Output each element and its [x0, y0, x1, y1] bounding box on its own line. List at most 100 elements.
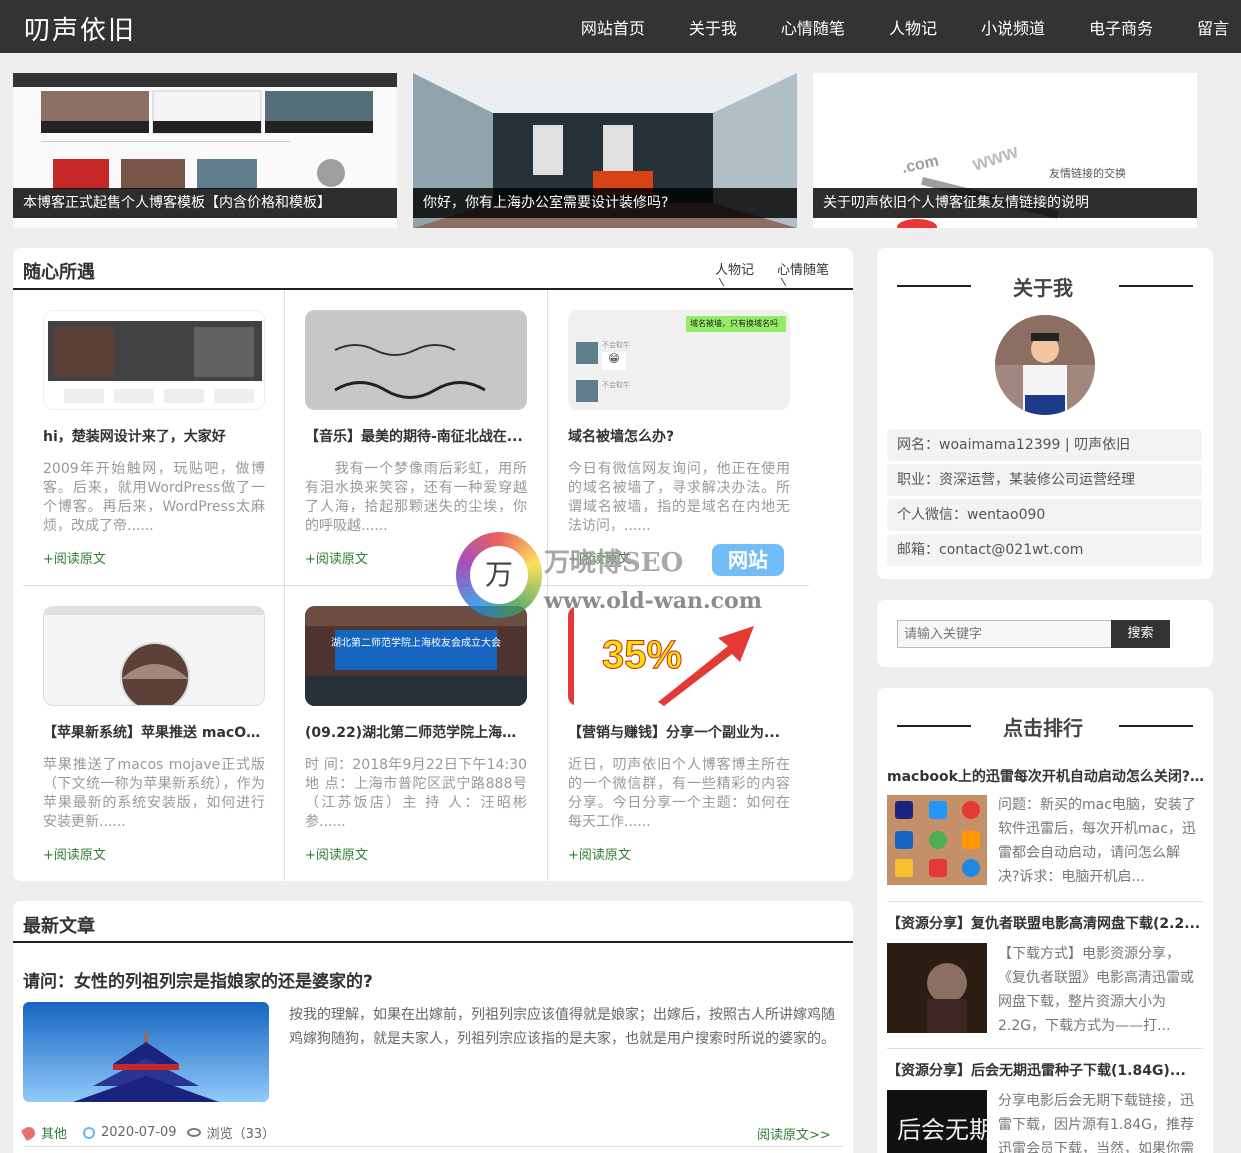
post-meta: 其他 2020-07-09 浏览（33）: [20, 1123, 276, 1142]
card-desc: 近日，叨声依旧个人博客博主所在的一个微信群，有一些精彩的内容分享。今日分享一个主…: [568, 757, 790, 830]
row-divider: [887, 901, 1203, 902]
card-thumbnail: [43, 606, 265, 706]
tag-icon: [20, 1124, 38, 1141]
info-email: 邮箱：contact@021wt.com: [887, 534, 1202, 566]
card-desc: 我有一个梦像雨后彩虹，用所有泪水换来笑容，还有一种爱穿越了人海，拾起那颗迷失的尘…: [305, 461, 527, 534]
post-date: 2020-07-09: [101, 1125, 177, 1140]
svg-text:35%: 35%: [602, 633, 682, 677]
tab-people[interactable]: 人物记: [715, 259, 754, 278]
nav-people[interactable]: 人物记: [889, 15, 937, 39]
read-more-link[interactable]: 阅读原文>>: [757, 1124, 831, 1143]
nav-about[interactable]: 关于我: [689, 15, 737, 39]
card-title[interactable]: 【音乐】最美的期待-南征北战在...: [305, 426, 527, 446]
article-card[interactable]: hi，楚装网设计来了，大家好 2009年开始触网，玩贴吧，做博客。后来，就用Wo…: [23, 290, 285, 585]
rank-item-image[interactable]: [887, 795, 987, 885]
svg-text:后会无期: 后会无期: [897, 1116, 987, 1144]
slide-office-design[interactable]: 你好，你有上海办公室需要设计装修吗?: [413, 73, 797, 228]
title-rule: [897, 285, 971, 287]
card-title[interactable]: 【营销与赚钱】分享一个副业为...: [568, 722, 790, 742]
watermark-badge: 万: [470, 546, 528, 604]
chat-bubble: 域名被墙，只有换域名吗: [686, 316, 786, 332]
site-header: 叨声依旧 网站首页 关于我 心情随笔 人物记 小说频道 电子商务 留言: [0, 0, 1241, 53]
read-more-link[interactable]: +阅读原文: [43, 548, 106, 567]
emoji-bubble: 😁: [602, 352, 626, 370]
main-nav: 网站首页 关于我 心情随笔 人物记 小说频道 电子商务 留言: [537, 0, 1229, 53]
svg-text:.com: .com: [900, 153, 940, 177]
site-logo[interactable]: 叨声依旧: [24, 10, 136, 47]
section-title: 最新文章: [23, 916, 95, 937]
tab-pointer: [718, 278, 730, 286]
slide-blog-template[interactable]: 本博客正式起售个人博客模板【内含价格和模板】: [13, 73, 397, 228]
rank-item-desc: 【下载方式】电影资源分享，《复仇者联盟》电影高清迅雷或网盘下载，整片资源大小为2…: [998, 946, 1194, 1034]
slide-caption[interactable]: 你好，你有上海办公室需要设计装修吗?: [413, 188, 797, 218]
info-job: 职业：资深运营，某装修公司运营经理: [887, 464, 1202, 496]
card-thumbnail: 域名被墙，只有换域名吗 不会取牛 😁 不会取牛: [568, 310, 790, 410]
info-wechat: 个人微信：wentao090: [887, 499, 1202, 531]
svg-text:友情链接的交换: 友情链接的交换: [1049, 166, 1126, 180]
ranking-panel: 点击排行 macbook上的迅雷每次开机自动启动怎么关闭?... 问题：新买的m…: [877, 688, 1213, 1153]
nav-novel[interactable]: 小说频道: [981, 15, 1045, 39]
search-input[interactable]: [897, 620, 1111, 648]
article-card[interactable]: 湖北第二师范学院上海校友会成立大会 (09.22)湖北第二师范学院上海校... …: [285, 586, 547, 881]
rank-item-image[interactable]: 后会无期: [887, 1090, 987, 1153]
clock-icon: [83, 1126, 96, 1139]
post-thumbnail[interactable]: [23, 1002, 269, 1102]
title-rule: [1119, 725, 1193, 727]
slide-caption[interactable]: 本博客正式起售个人博客模板【内含价格和模板】: [13, 188, 397, 218]
avatar: [995, 315, 1095, 415]
rank-item-title[interactable]: 【资源分享】后会无期迅雷种子下载(1.84G)...: [887, 1060, 1205, 1080]
section-title: 随心所遇: [23, 262, 95, 283]
rank-item-image[interactable]: [887, 943, 987, 1033]
info-nickname: 网名：woaimama12399 | 叨声依旧: [887, 429, 1202, 461]
search-panel: 搜索: [877, 600, 1213, 667]
card-desc: 2009年开始触网，玩贴吧，做博客。后来，就用WordPress做了一个博客。再…: [43, 461, 265, 534]
slide-caption[interactable]: 关于叨声依旧个人博客征集友情链接的说明: [813, 188, 1197, 218]
latest-section: 最新文章 请问：女性的列祖列宗是指娘家的还是婆家的? 按我的理解，如果在出嫁前，…: [13, 901, 853, 1153]
card-title[interactable]: (09.22)湖北第二师范学院上海校...: [305, 722, 527, 742]
card-title[interactable]: hi，楚装网设计来了，大家好: [43, 426, 265, 446]
nav-home[interactable]: 网站首页: [581, 15, 645, 39]
eye-icon: [186, 1128, 201, 1137]
card-desc: 今日有微信网友询问，他正在使用的域名被墙了，寻求解决办法。所谓域名被墙，指的是域…: [568, 461, 790, 534]
rank-item-title[interactable]: 【资源分享】复仇者联盟电影高清网盘下载(2.2...: [887, 913, 1205, 933]
section-divider: [13, 941, 853, 943]
row-divider: [887, 1048, 1203, 1049]
avatar: [576, 342, 598, 364]
ranking-title: 点击排行: [1003, 716, 1083, 740]
rank-item-desc: 问题：新买的mac电脑，安装了软件迅雷后，每次开机mac，迅雷都会自动启动，请问…: [998, 797, 1196, 885]
row-divider: [23, 1146, 843, 1147]
article-card[interactable]: 【苹果新系统】苹果推送 macOS... 苹果推送了macos mojave正式…: [23, 586, 285, 881]
svg-text:湖北第二师范学院上海校友会成立大会: 湖北第二师范学院上海校友会成立大会: [331, 636, 501, 649]
read-more-link[interactable]: +阅读原文: [568, 844, 631, 863]
nav-message[interactable]: 留言: [1197, 15, 1229, 39]
post-category[interactable]: 其他: [41, 1123, 67, 1142]
search-button[interactable]: 搜索: [1111, 620, 1170, 648]
nav-ecommerce[interactable]: 电子商务: [1089, 15, 1153, 39]
card-thumbnail: [305, 310, 527, 410]
post-excerpt: 按我的理解，如果在出嫁前，列祖列宗应该值得就是娘家；出嫁后，按照古人所讲嫁鸡随鸡…: [289, 1007, 835, 1047]
watermark-brand: 万晓博SEO: [544, 548, 684, 578]
post-title[interactable]: 请问：女性的列祖列宗是指娘家的还是婆家的?: [23, 967, 373, 992]
title-rule: [1119, 285, 1193, 287]
card-title[interactable]: 域名被墙怎么办?: [568, 426, 790, 446]
read-more-link[interactable]: +阅读原文: [305, 844, 368, 863]
post-views: 浏览（33）: [206, 1127, 276, 1142]
read-more-link[interactable]: +阅读原文: [305, 548, 368, 567]
card-desc: 时 间：2018年9月22日下午14:30 地 点：上海市普陀区武宁路888号（…: [305, 757, 527, 830]
tab-pointer: [780, 278, 792, 286]
slide-friend-links[interactable]: .com www 友情链接的交换 关于叨声依旧个人博客征集友情链接的说明: [813, 73, 1197, 228]
avatar: [576, 380, 598, 402]
rank-item-title[interactable]: macbook上的迅雷每次开机自动启动怎么关闭?...: [887, 766, 1205, 786]
rank-item-desc: 分享电影后会无期下载链接，迅雷下载，因片源有1.84G，推荐迅雷会员下载，当然，…: [998, 1093, 1195, 1153]
card-desc: 苹果推送了macos mojave正式版（下文统一称为苹果新系统），作为苹果最新…: [43, 757, 265, 830]
title-rule: [897, 725, 971, 727]
tab-mood[interactable]: 心情随笔: [777, 259, 829, 278]
about-panel: 关于我 网名：woaimama12399 | 叨声依旧 职业：资深运营，某装修公…: [877, 248, 1213, 579]
nav-mood[interactable]: 心情随笔: [781, 15, 845, 39]
svg-text:www: www: [969, 140, 1022, 176]
card-thumbnail: [43, 310, 265, 410]
read-more-link[interactable]: +阅读原文: [43, 844, 106, 863]
article-card[interactable]: 35% 【营销与赚钱】分享一个副业为... 近日，叨声依旧个人博客博主所在的一个…: [548, 586, 810, 881]
watermark: 万 万晓博SEO 网站 www.old-wan.com: [456, 532, 796, 628]
card-title[interactable]: 【苹果新系统】苹果推送 macOS...: [43, 722, 265, 742]
